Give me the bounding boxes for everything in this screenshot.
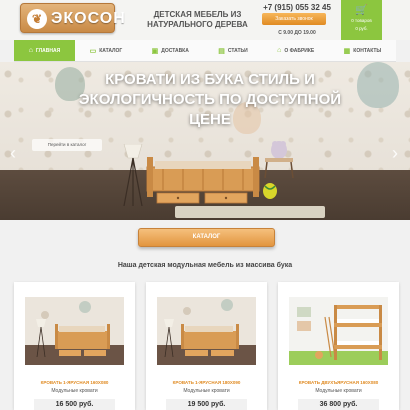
factory-icon: ⌂	[277, 47, 282, 54]
site-header: ❦ ЭКОСОН ДЕТСКАЯ МЕБЕЛЬ ИЗ НАТУРАЛЬНОГО …	[0, 0, 410, 40]
nav-item-label: ГЛАВНАЯ	[35, 47, 61, 54]
hero-slider: КРОВАТИ ИЗ БУКА СТИЛЬ И ЭКОЛОГИЧНОСТЬ ПО…	[0, 62, 410, 220]
product-category: Модульные кровати	[51, 388, 98, 394]
catalog-icon: ▭	[89, 47, 97, 55]
chevron-left-icon[interactable]: ‹	[6, 142, 20, 164]
balloon-decoration	[357, 62, 399, 108]
logo[interactable]: ❦ ЭКОСОН	[20, 3, 125, 33]
section-title: Наша детская модульная мебель из массива…	[117, 262, 293, 269]
product-card[interactable]: КРОВАТЬ ДВУХЪЯРУСНАЯ 160Х080 Модульные к…	[278, 282, 399, 410]
product-image[interactable]	[289, 297, 388, 365]
home-icon: ⌂	[28, 47, 33, 54]
product-title[interactable]: КРОВАТЬ 1-ЯРУСНАЯ 180Х090	[146, 380, 267, 385]
bed-image	[146, 157, 260, 204]
nav-item-label: ДОСТАВКА	[161, 47, 189, 54]
nav-item-label: О ФАБРИКЕ	[284, 47, 315, 54]
main-nav: ⌂ ГЛАВНАЯ ▭ КАТАЛОГ ▣ ДОСТАВКА ▤ СТАТЬИ …	[14, 40, 396, 62]
go-to-catalog-button[interactable]: Перейти в каталог	[32, 139, 102, 151]
catalog-button[interactable]: КАТАЛОГ	[138, 228, 275, 247]
product-price: 19 500 руб.	[166, 399, 247, 410]
nav-item-home[interactable]: ⌂ ГЛАВНАЯ	[14, 40, 75, 61]
cart-count: 0 товаров	[351, 18, 372, 23]
nav-item-catalog[interactable]: ▭ КАТАЛОГ	[75, 40, 137, 61]
contacts-icon: ▦	[343, 47, 351, 55]
cart-icon: 🛒	[355, 5, 368, 16]
product-image[interactable]	[157, 297, 256, 365]
tagline: ДЕТСКАЯ МЕБЕЛЬ ИЗ НАТУРАЛЬНОГО ДЕРЕВА	[147, 10, 248, 29]
articles-icon: ▤	[218, 47, 225, 55]
cart-button[interactable]: 🛒 0 товаров 0 руб.	[341, 0, 382, 40]
callback-button[interactable]: Заказать звонок	[262, 13, 326, 25]
nav-item-label: КОНТАКТЫ	[353, 47, 382, 54]
leaf-icon: ❦	[27, 9, 47, 29]
logo-text: ЭКОСОН	[51, 10, 126, 27]
product-card[interactable]: КРОВАТЬ 1-ЯРУСНАЯ 160Х080 Модульные кров…	[14, 282, 135, 410]
product-image[interactable]	[25, 297, 124, 365]
rug	[175, 206, 325, 218]
chevron-right-icon[interactable]: ›	[388, 142, 402, 164]
truck-icon: ▣	[151, 47, 159, 55]
hero-title: КРОВАТИ ИЗ БУКА СТИЛЬ И ЭКОЛОГИЧНОСТЬ ПО…	[78, 71, 342, 128]
nav-item-label: СТАТЬИ	[227, 47, 248, 54]
ball-toy	[263, 183, 277, 199]
nav-item-label: КАТАЛОГ	[99, 47, 123, 54]
product-title[interactable]: КРОВАТЬ ДВУХЪЯРУСНАЯ 160Х080	[278, 380, 399, 385]
product-title[interactable]: КРОВАТЬ 1-ЯРУСНАЯ 160Х080	[14, 380, 135, 385]
nav-item-contacts[interactable]: ▦ КОНТАКТЫ	[329, 40, 396, 61]
product-category: Модульные кровати	[183, 388, 230, 394]
product-card[interactable]: КРОВАТЬ 1-ЯРУСНАЯ 180Х090 Модульные кров…	[146, 282, 267, 410]
working-hours: С 9.00 ДО 19.00	[278, 30, 316, 36]
cart-total: 0 руб.	[355, 26, 368, 31]
product-category: Модульные кровати	[315, 388, 362, 394]
phone-number[interactable]: +7 (915) 055 32 45	[262, 3, 332, 12]
chair-with-toy	[264, 141, 294, 178]
product-price: 16 500 руб.	[34, 399, 115, 410]
product-price: 36 800 руб.	[298, 399, 379, 410]
nav-item-factory[interactable]: ⌂ О ФАБРИКЕ	[262, 40, 329, 61]
nav-item-delivery[interactable]: ▣ ДОСТАВКА	[137, 40, 204, 61]
nav-item-articles[interactable]: ▤ СТАТЬИ	[204, 40, 263, 61]
